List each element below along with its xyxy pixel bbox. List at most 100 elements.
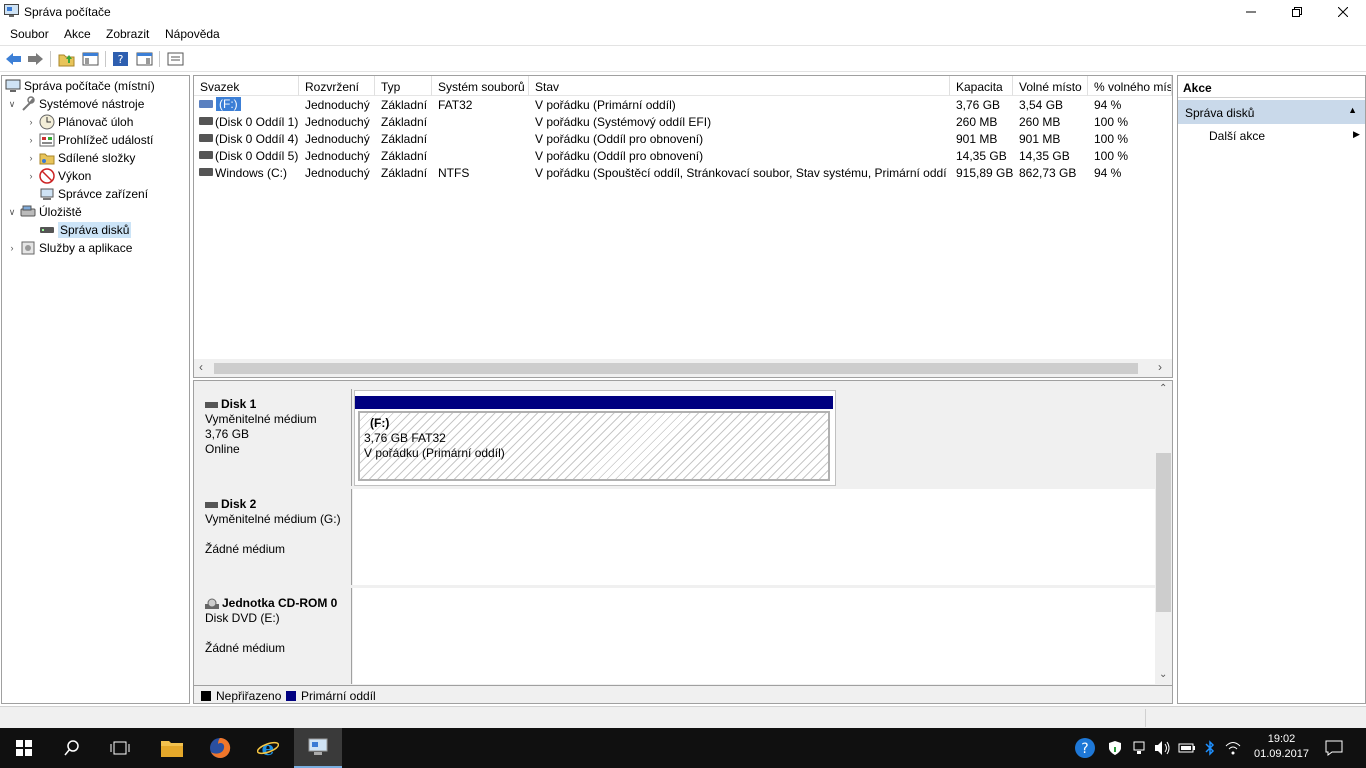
disk-2-area [353, 489, 1155, 585]
column-header-capacity[interactable]: Kapacita [950, 76, 1013, 96]
tree-disk-management[interactable]: Správa disků [39, 221, 132, 239]
vertical-scrollbar[interactable]: ⌃ ⌄ [1155, 381, 1172, 685]
defender-shield-icon[interactable] [1104, 739, 1126, 757]
column-header-file-system[interactable]: Systém souborů [432, 76, 529, 96]
table-row[interactable]: (F:) Jednoduchý Základní FAT32 V pořádku… [194, 96, 1172, 113]
tools-icon [22, 96, 35, 111]
performance-icon [39, 168, 55, 184]
tree-root[interactable]: Správa počítače (místní) [5, 77, 155, 95]
table-row[interactable]: (Disk 0 Oddíl 4) Jednoduchý Základní V p… [194, 130, 1172, 147]
chevron-down-icon[interactable]: ∨ [7, 207, 17, 218]
task-view-button[interactable] [96, 728, 144, 768]
scroll-down-icon[interactable]: ⌄ [1159, 669, 1167, 680]
submenu-arrow-icon[interactable]: ▶ [1353, 129, 1360, 140]
search-button[interactable] [48, 728, 96, 768]
chevron-right-icon[interactable]: › [7, 243, 17, 253]
event-viewer-icon [39, 133, 55, 147]
tree-storage[interactable]: ∨ Úložiště [7, 203, 82, 221]
tree-services-applications[interactable]: › Služby a aplikace [7, 239, 133, 257]
volume-icon[interactable] [1152, 739, 1174, 757]
tree-system-tools[interactable]: ∨ Systémové nástroje [7, 95, 144, 113]
menu-help[interactable]: Nápověda [165, 27, 220, 41]
column-header-free-space[interactable]: Volné místo [1013, 76, 1088, 96]
close-button[interactable] [1320, 0, 1366, 24]
up-folder-icon[interactable] [58, 51, 75, 67]
disk-1-label[interactable]: Disk 1 Vyměnitelné médium 3,76 GB Online [195, 389, 352, 486]
svg-text:e: e [262, 737, 275, 759]
menu-bar: Soubor Akce Zobrazit Nápověda [0, 24, 1366, 44]
scroll-right-icon[interactable]: › [1158, 360, 1162, 374]
tree-task-scheduler[interactable]: › Plánovač úloh [26, 113, 133, 131]
volume-icon [199, 134, 213, 142]
chevron-right-icon[interactable]: › [26, 153, 36, 163]
partition-f[interactable]: (F:) 3,76 GB FAT32 V pořádku (Primární o… [358, 411, 830, 481]
tree-performance[interactable]: › Výkon [26, 167, 91, 185]
actions-section-disk-management[interactable]: Správa disků ▲ [1178, 100, 1365, 124]
menu-view[interactable]: Zobrazit [106, 27, 149, 41]
table-row[interactable]: Windows (C:) Jednoduchý Základní NTFS V … [194, 164, 1172, 181]
battery-icon[interactable] [1176, 739, 1198, 757]
cdrom-0-area [353, 588, 1155, 684]
disk-1-area: (F:) 3,76 GB FAT32 V pořádku (Primární o… [353, 389, 1155, 486]
cd-drive-icon [205, 598, 219, 609]
network-device-icon[interactable] [1128, 739, 1150, 757]
start-button[interactable] [0, 728, 48, 768]
tree-event-viewer[interactable]: › Prohlížeč událostí [26, 131, 154, 149]
taskbar-computer-management[interactable] [294, 728, 342, 768]
menu-file[interactable]: Soubor [10, 27, 49, 41]
more-actions[interactable]: Další akce [1209, 129, 1265, 143]
svg-text:?: ? [118, 53, 124, 66]
scrollbar-thumb[interactable] [1156, 453, 1171, 612]
column-header-volume[interactable]: Svazek [194, 76, 299, 96]
chevron-down-icon[interactable]: ∨ [7, 99, 17, 110]
cdrom-0-label[interactable]: Jednotka CD-ROM 0 Disk DVD (E:) Žádné mé… [195, 588, 352, 684]
action-center-icon[interactable] [1322, 739, 1346, 757]
column-header-layout[interactable]: Rozvržení [299, 76, 375, 96]
chevron-right-icon[interactable]: › [26, 135, 36, 145]
computer-management-icon [4, 4, 19, 17]
help-icon[interactable]: ? [112, 51, 129, 67]
tree-shared-folders[interactable]: › Sdílené složky [26, 149, 136, 167]
actions-header: Akce [1178, 76, 1365, 98]
taskbar-internet-explorer[interactable]: e [244, 728, 292, 768]
show-hide-tree-icon[interactable] [82, 51, 99, 67]
back-arrow-icon[interactable] [5, 51, 22, 67]
volume-icon [199, 117, 213, 125]
table-row[interactable]: (Disk 0 Oddíl 1) Jednoduchý Základní V p… [194, 113, 1172, 130]
disk-icon [205, 501, 218, 508]
disk-graphical-view: Disk 1 Vyměnitelné médium 3,76 GB Online… [193, 380, 1173, 704]
minimize-button[interactable] [1228, 0, 1274, 24]
table-row[interactable]: (Disk 0 Oddíl 5) Jednoduchý Základní V p… [194, 147, 1172, 164]
volume-list: Svazek Rozvržení Typ Systém souborů Stav… [193, 75, 1173, 378]
disk-1-partition-container: (F:) 3,76 GB FAT32 V pořádku (Primární o… [354, 390, 836, 486]
help-tray-icon[interactable]: ? [1073, 738, 1097, 758]
show-hide-action-pane-icon[interactable] [136, 51, 153, 67]
menu-action[interactable]: Akce [64, 27, 91, 41]
taskbar-file-explorer[interactable] [148, 728, 196, 768]
chevron-right-icon[interactable]: › [26, 117, 36, 127]
column-header-type[interactable]: Typ [375, 76, 432, 96]
task-view-icon [110, 741, 130, 755]
properties-icon[interactable] [167, 51, 184, 67]
forward-arrow-icon[interactable] [27, 51, 44, 67]
toolbar: ? [0, 45, 1366, 72]
disk-2-label[interactable]: Disk 2 Vyměnitelné médium (G:) Žádné méd… [195, 489, 352, 585]
svg-text:?: ? [1081, 741, 1088, 757]
bluetooth-icon[interactable] [1200, 739, 1220, 757]
tree-device-manager[interactable]: Správce zařízení [39, 185, 148, 203]
column-header-percent-free[interactable]: % volného mís [1088, 76, 1172, 96]
collapse-triangle-icon[interactable]: ▲ [1348, 105, 1357, 115]
chevron-right-icon[interactable]: › [26, 171, 36, 181]
wifi-icon[interactable] [1222, 739, 1244, 757]
scrollbar-thumb[interactable] [214, 363, 1138, 374]
scroll-up-icon[interactable]: ⌃ [1159, 383, 1167, 394]
scroll-left-icon[interactable]: ‹ [199, 360, 203, 374]
horizontal-scrollbar[interactable]: ‹ › [194, 359, 1172, 377]
column-header-status[interactable]: Stav [529, 76, 950, 96]
taskbar-firefox[interactable] [196, 728, 244, 768]
internet-explorer-icon: e [257, 737, 279, 759]
computer-management-icon [308, 738, 328, 755]
legend-unallocated-swatch [201, 691, 211, 701]
clock[interactable]: 19:02 01.09.2017 [1244, 732, 1319, 762]
restore-button[interactable] [1274, 0, 1320, 24]
